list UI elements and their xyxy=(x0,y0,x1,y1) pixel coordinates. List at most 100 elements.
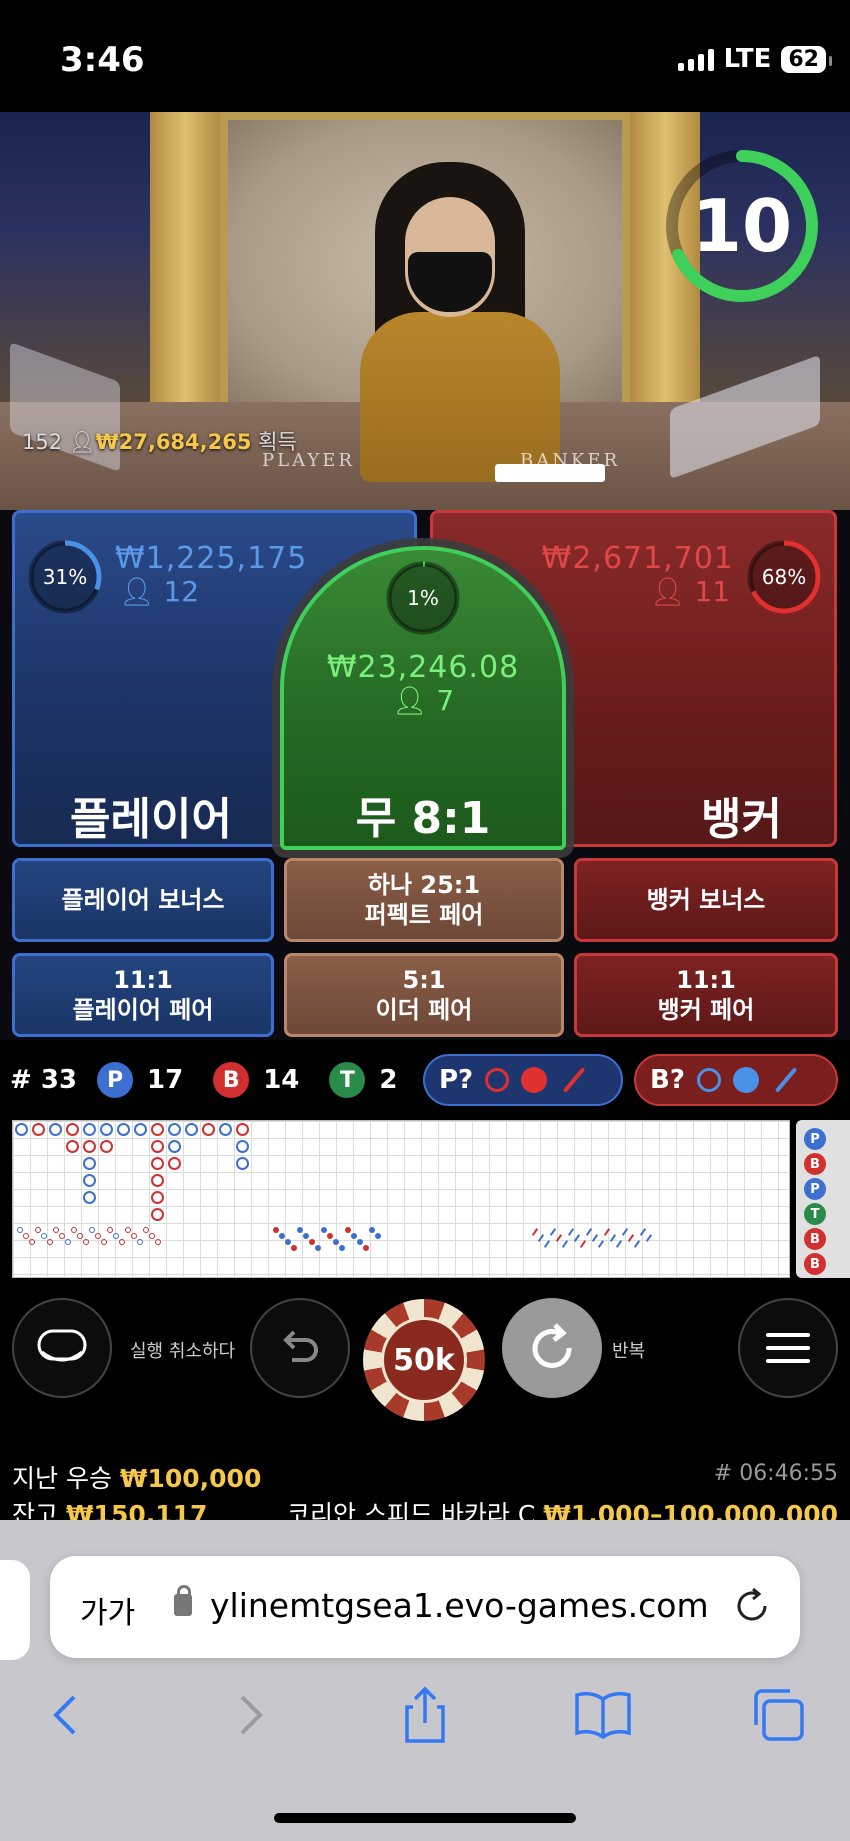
forward-icon[interactable] xyxy=(220,1685,280,1745)
small-road-dot-icon xyxy=(327,1233,333,1239)
game-round-id: # 06:46:55 xyxy=(713,1461,838,1486)
small-road-dot-icon xyxy=(309,1239,315,1245)
cockroach-slash-icon xyxy=(549,1228,557,1236)
road-mark-icon xyxy=(83,1174,96,1187)
small-road-dot-icon xyxy=(375,1233,381,1239)
small-road-mark-icon xyxy=(77,1233,83,1239)
banker-bet-amount: ₩2,671,701 xyxy=(541,541,734,576)
banker-predict-button[interactable]: B? xyxy=(634,1054,838,1106)
small-road-mark-icon xyxy=(65,1239,71,1245)
text-size-button[interactable]: 가가 xyxy=(80,1588,135,1632)
scoreboard-roadmap[interactable] xyxy=(12,1120,790,1278)
small-road-mark-icon xyxy=(137,1239,143,1245)
player-pair-button[interactable]: 11:1 플레이어 페어 xyxy=(12,953,274,1037)
road-mark-icon xyxy=(151,1208,164,1221)
cockroach-slash-icon xyxy=(615,1240,623,1248)
small-road-dot-icon xyxy=(315,1245,321,1251)
battery-icon: 62 xyxy=(781,45,832,73)
tabs-icon[interactable] xyxy=(748,1685,808,1745)
player-bonus-label: 플레이어 보너스 xyxy=(61,886,225,914)
back-icon[interactable] xyxy=(36,1685,96,1745)
undo-button[interactable] xyxy=(250,1298,350,1398)
reload-icon[interactable] xyxy=(732,1586,772,1626)
status-indicators: LTE 62 xyxy=(677,44,832,74)
player-percent-ring: 31% xyxy=(25,537,105,617)
small-road-mark-icon xyxy=(101,1239,107,1245)
perfect-pair-button[interactable]: 하나 25:1 퍼펙트 페어 xyxy=(284,858,564,942)
road-mark-icon xyxy=(83,1157,96,1170)
person-icon: 👤︎ xyxy=(68,430,96,454)
road-mark-icon xyxy=(168,1157,181,1170)
small-road-mark-icon xyxy=(17,1227,23,1233)
address-bar[interactable]: 가가 ylinemtgsea1.evo-games.com xyxy=(50,1556,800,1658)
hamburger-icon xyxy=(766,1333,810,1363)
last-win-amount: ₩100,000 xyxy=(119,1464,262,1493)
road-mark-icon xyxy=(151,1123,164,1136)
banker-bonus-button[interactable]: 뱅커 보너스 xyxy=(574,858,838,942)
small-road-mark-icon xyxy=(35,1227,41,1233)
road-mark-icon xyxy=(83,1140,96,1153)
table-banker-text: BANKER xyxy=(520,450,621,471)
last-win: 지난 우승 ₩100,000 xyxy=(12,1459,261,1495)
small-road-dot-icon xyxy=(363,1245,369,1251)
banker-pair-button[interactable]: 11:1 뱅커 페어 xyxy=(574,953,838,1037)
banker-label: 뱅커 xyxy=(701,794,782,845)
menu-button[interactable] xyxy=(738,1298,838,1398)
banker-predict-label: B? xyxy=(650,1065,685,1095)
undo-label: 실행 취소하다 xyxy=(130,1341,236,1362)
road-mark-icon xyxy=(151,1174,164,1187)
either-pair-label: 이더 페어 xyxy=(375,996,473,1024)
player-dot-icon: P xyxy=(97,1062,134,1098)
small-road-mark-icon xyxy=(131,1233,137,1239)
bead-tie-icon: T xyxy=(804,1203,826,1225)
road-mark-icon xyxy=(83,1191,96,1204)
cockroach-slash-icon xyxy=(567,1228,575,1236)
tie-dot-icon: T xyxy=(329,1062,366,1098)
cockroach-slash-icon xyxy=(543,1240,551,1248)
player-bonus-button[interactable]: 플레이어 보너스 xyxy=(12,858,274,942)
small-road-mark-icon xyxy=(95,1233,101,1239)
player-predict-button[interactable]: P? xyxy=(423,1054,623,1106)
player-label: 플레이어 xyxy=(70,794,232,845)
either-pair-button[interactable]: 5:1 이더 페어 xyxy=(284,953,564,1037)
cockroach-slash-icon xyxy=(603,1228,611,1236)
share-icon[interactable] xyxy=(395,1685,455,1745)
cockroach-slash-icon xyxy=(639,1228,647,1236)
small-road-dot-icon xyxy=(279,1233,285,1239)
tie-bet-spot[interactable]: 1% ₩23,246.08 👤︎ 7 무 8:1 xyxy=(280,546,566,850)
betting-area: 31% ₩1,225,175 👤︎ 12 플레이어 ₩2,671,701 👤︎ … xyxy=(0,510,850,1040)
chip-selector[interactable]: 50k xyxy=(363,1299,485,1421)
road-mark-icon xyxy=(66,1140,79,1153)
banker-bettors: 👤︎ 11 xyxy=(650,575,730,608)
road-mark-icon xyxy=(236,1123,249,1136)
banker-percent-ring: 68% xyxy=(744,537,824,617)
url-text[interactable]: ylinemtgsea1.evo-games.com xyxy=(210,1586,709,1625)
road-mark-icon xyxy=(236,1157,249,1170)
bookmarks-icon[interactable] xyxy=(573,1685,633,1745)
cockroach-slash-icon xyxy=(621,1228,629,1236)
road-mark-icon xyxy=(185,1123,198,1136)
tie-bettors: 👤︎ 7 xyxy=(284,684,562,717)
player-bet-amount: ₩1,225,175 xyxy=(115,541,308,576)
previous-tab-peek[interactable] xyxy=(0,1560,30,1660)
bead-banker-icon: B xyxy=(804,1253,826,1275)
player-percent: 31% xyxy=(42,565,88,589)
cockroach-slash-icon xyxy=(585,1228,593,1236)
person-icon: 👤︎ xyxy=(391,684,437,717)
road-mark-icon xyxy=(15,1123,28,1136)
cockroach-slash-icon xyxy=(609,1234,617,1242)
road-mark-icon xyxy=(100,1140,113,1153)
cockroach-slash-icon xyxy=(537,1234,545,1242)
small-road-mark-icon xyxy=(149,1233,155,1239)
bead-road-peek[interactable]: P B P T B B xyxy=(796,1120,850,1278)
road-mark-icon xyxy=(151,1140,164,1153)
cockroach-slash-icon xyxy=(597,1240,605,1248)
small-road-mark-icon xyxy=(59,1233,65,1239)
repeat-button[interactable] xyxy=(502,1298,602,1398)
table-view-button[interactable] xyxy=(12,1298,112,1398)
player-pair-label: 플레이어 페어 xyxy=(72,996,214,1024)
small-road-dot-icon xyxy=(339,1245,345,1251)
small-road-dot-icon xyxy=(285,1239,291,1245)
road-mark-icon xyxy=(151,1191,164,1204)
banker-pair-odds: 11:1 xyxy=(676,966,736,994)
